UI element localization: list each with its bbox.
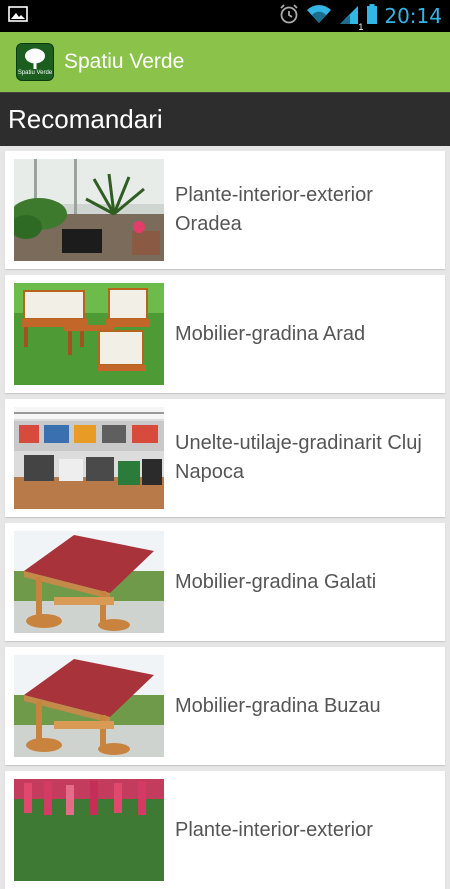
list-item[interactable]: Mobilier-gradina Galati (5, 523, 445, 641)
battery-icon (366, 3, 378, 30)
recommendations-list: Plante-interior-exterior Oradea Mobilier… (0, 146, 450, 889)
list-item[interactable]: Unelte-utilaje-gradinarit Cluj Napoca (5, 399, 445, 517)
gallery-notification-icon (8, 5, 28, 27)
status-bar: 1 20:14 (0, 0, 450, 32)
signal-sim-label: 1 (358, 21, 364, 32)
list-item-label: Mobilier-gradina Galati (175, 570, 377, 593)
signal-icon: 1 (338, 3, 364, 32)
plants-interior-image (14, 159, 164, 261)
list-item[interactable]: Mobilier-gradina Arad (5, 275, 445, 393)
list-item-label: Plante-interior-exterior Oradea (175, 184, 373, 235)
gazebo-bench-image (14, 531, 164, 633)
list-item[interactable]: Mobilier-gradina Buzau (5, 647, 445, 765)
list-item-label: Plante-interior-exterior (175, 818, 373, 841)
gazebo-bench-image (14, 655, 164, 757)
section-title: Recomandari (0, 92, 450, 146)
flowers-image (14, 779, 164, 881)
garden-furniture-image (14, 283, 164, 385)
app-logo-label: Spatiu Verde (17, 69, 53, 76)
clock: 20:14 (384, 4, 442, 28)
app-title: Spatiu Verde (64, 50, 185, 73)
list-item[interactable]: Plante-interior-exterior Oradea (5, 151, 445, 269)
wifi-icon (306, 3, 332, 30)
alarm-icon (278, 3, 300, 30)
list-item-label: Unelte-utilaje-gradinarit Cluj Napoca (175, 432, 422, 483)
list-item-label: Mobilier-gradina Arad (175, 322, 366, 345)
garden-tools-image (14, 407, 164, 509)
list-item-label: Mobilier-gradina Buzau (175, 694, 381, 717)
action-bar: Spatiu Verde Spatiu Verde (0, 32, 450, 92)
list-item[interactable]: Plante-interior-exterior (5, 771, 445, 889)
app-logo-icon[interactable]: Spatiu Verde (16, 43, 54, 81)
